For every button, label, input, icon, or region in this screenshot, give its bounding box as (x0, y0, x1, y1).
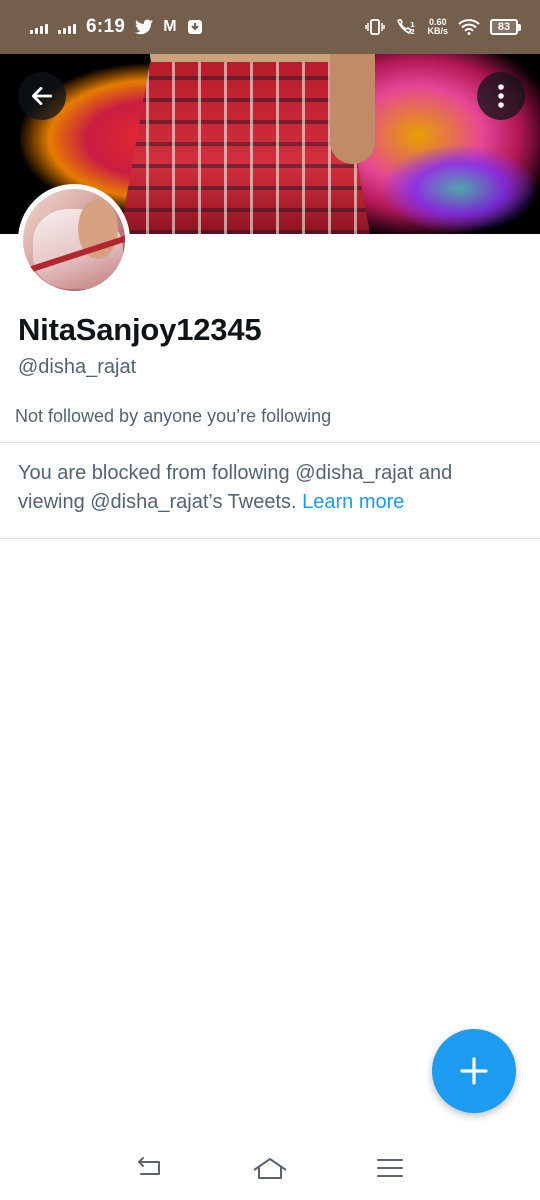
svg-text:2: 2 (410, 28, 415, 35)
nav-menu-button[interactable] (370, 1148, 410, 1188)
status-time: 6:19 (86, 16, 126, 37)
nav-home-button[interactable] (250, 1148, 290, 1188)
signal-strength-icon (30, 20, 48, 34)
status-bar-right: 1 2 0.60 KB/s 83 (365, 17, 521, 36)
banner-paint-splash-accent (380, 144, 540, 234)
more-vertical-icon (498, 84, 504, 108)
profile-avatar[interactable] (18, 184, 130, 296)
twitter-bird-icon (135, 19, 154, 35)
divider-bottom (0, 538, 540, 539)
network-speed: 0.60 KB/s (427, 17, 448, 36)
vibrate-icon (365, 19, 386, 35)
battery-icon: 83 (490, 19, 521, 35)
signal-strength-icon-2 (58, 20, 76, 34)
nav-back-icon (138, 1157, 160, 1175)
followers-you-know-note[interactable]: Not followed by anyone you’re following (15, 406, 331, 427)
banner-figure-arm (330, 54, 375, 164)
nav-home-icon (253, 1158, 287, 1179)
volte-call-icon: 1 2 (397, 19, 415, 35)
more-options-button[interactable] (477, 72, 525, 120)
back-arrow-icon (31, 87, 53, 105)
plus-icon (460, 1057, 488, 1085)
compose-tweet-button[interactable] (432, 1029, 516, 1113)
learn-more-link[interactable]: Learn more (302, 491, 404, 513)
divider-top (0, 442, 540, 443)
profile-handle: @disha_rajat (18, 356, 137, 378)
status-bar: 6:19 M 1 2 0.60 KB/s 83 (0, 0, 540, 54)
blocked-message: You are blocked from following @disha_ra… (18, 459, 518, 517)
profile-display-name: NitaSanjoy12345 (18, 312, 262, 347)
download-notification-icon (187, 20, 202, 34)
status-bar-left: 6:19 M (30, 16, 203, 38)
system-nav-bar (0, 1136, 540, 1200)
m-app-icon: M (163, 18, 177, 35)
back-button[interactable] (18, 72, 66, 120)
wifi-icon (458, 19, 480, 35)
nav-back-button[interactable] (130, 1148, 170, 1188)
nav-menu-icon (377, 1159, 403, 1177)
